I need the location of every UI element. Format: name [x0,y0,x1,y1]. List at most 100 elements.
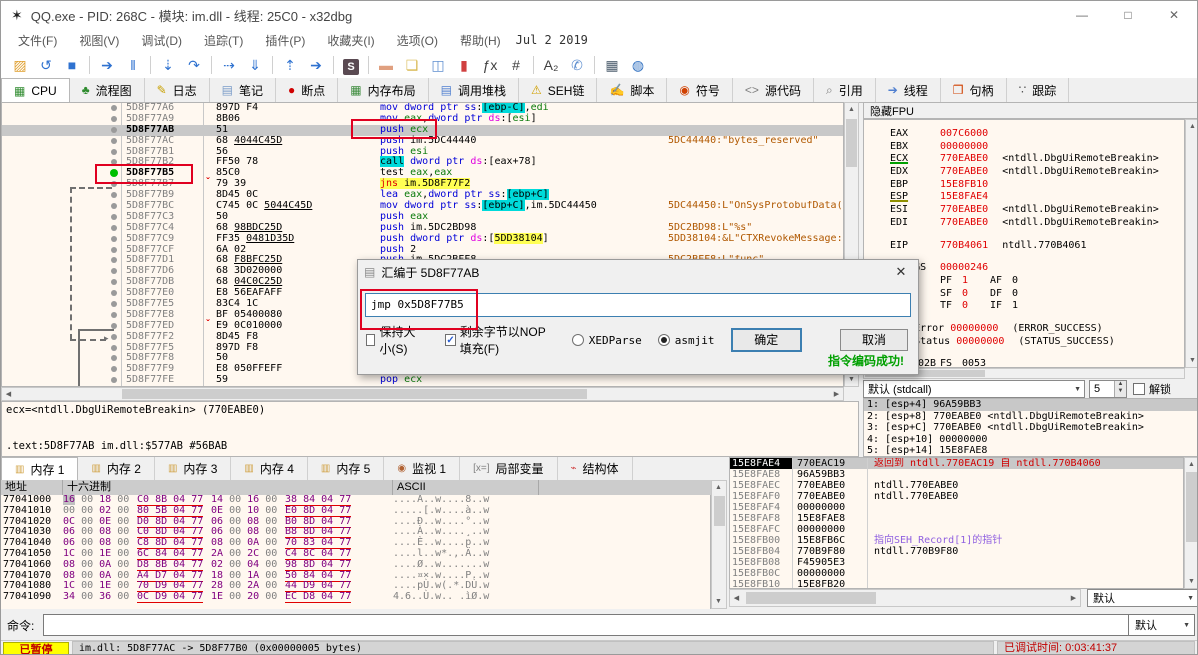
instruction-dot-icon[interactable] [111,235,117,242]
cancel-button[interactable]: 取消 [840,329,908,351]
instruction-dot-icon[interactable] [111,355,117,362]
bookmarks-icon[interactable]: ▮ [451,54,477,76]
run-to-selection-icon[interactable]: ⇢ [216,54,242,76]
scroll-up-icon[interactable]: ▲ [712,481,725,494]
pause-icon[interactable]: ‖ [120,54,146,76]
tab-引用[interactable]: ⌕ 引用 [814,78,876,102]
tab-句柄[interactable]: ❒ 句柄 [941,78,1007,102]
close-button[interactable]: ✕ [1151,1,1197,29]
tab-线程[interactable]: ➔ 线程 [876,78,941,102]
scrollbar-thumb[interactable] [1186,472,1197,542]
register-row[interactable]: EDX 770EABE0 <ntdll.DbgUiRemoteBreakin> [890,166,1184,179]
step-out-icon[interactable]: ⇡ [277,54,303,76]
argument-row[interactable]: 4: [esp+10] 00000000 [864,434,1197,446]
instruction-dot-icon[interactable] [111,268,117,275]
argument-count-stepper[interactable]: 5 ▲ ▼ [1089,380,1127,398]
register-row[interactable]: LastStatus 00000000 (STATUS_SUCCESS) [890,336,1184,349]
stack-view[interactable]: 15E8FAE4 770EAC19 返回到 ntdll.770EAC19 自 ntd… [729,457,1184,589]
modules-icon[interactable]: ✆ [564,54,590,76]
register-row[interactable]: GS002BFS0053 [890,358,1184,367]
tab-内存布局[interactable]: ▦ 内存布局 [338,78,429,102]
menu-item-文件F[interactable]: 文件(F) [7,32,68,49]
labels-icon[interactable]: ◫ [425,54,451,76]
scroll-down-icon[interactable]: ▼ [712,595,725,608]
instruction-dot-icon[interactable] [111,213,117,220]
minimize-button[interactable]: — [1059,1,1105,29]
instruction-dot-icon[interactable] [111,203,117,210]
register-row[interactable]: EFLAGS 00000246 [890,262,1184,275]
stop-icon[interactable]: ■ [59,54,85,76]
register-row[interactable]: ESI 770EABE0 <ntdll.DbgUiRemoteBreakin> [890,204,1184,217]
disasm-row[interactable]: 5D8F77C9 FF35 0481D35D push dword ptr ds:[… [2,232,843,245]
command-convention-select[interactable]: 默认 ▼ [1129,614,1195,636]
tab-局部变量[interactable]: [x=] 局部变量 [460,457,558,480]
disassembly-hscrollbar[interactable]: ◀ ▶ [1,387,844,401]
tab-SEH链[interactable]: ⚠ SEH链 [519,78,598,102]
instruction-dot-icon[interactable] [111,257,117,264]
stack-row[interactable]: 15E8FAFC 00000000 [730,524,1183,535]
scroll-down-icon[interactable]: ▼ [1185,575,1197,588]
hide-fpu-button[interactable]: 隐藏FPU [863,102,1197,119]
register-row[interactable]: CF0TF0IF1 [890,300,1184,313]
instruction-dot-icon[interactable] [111,344,117,351]
stepper-arrows-icon[interactable]: ▲ ▼ [1114,381,1126,397]
unlock-checkbox[interactable]: 解锁 [1133,381,1171,397]
menu-item-调试D[interactable]: 调试(D) [130,32,193,49]
tab-CPU[interactable]: ▦ CPU [1,78,70,103]
step-into-icon[interactable]: ⇣ [155,54,181,76]
restart-icon[interactable]: ↺ [33,54,59,76]
stack-row[interactable]: 15E8FAE8 96A59BB3 [730,469,1183,480]
arguments-view[interactable]: 1: [esp+4] 96A59BB3 2: [esp+8] 770EABE0 <… [863,398,1197,457]
tab-脚本[interactable]: ✍ 脚本 [597,78,668,102]
column-header-address[interactable]: 地址 [1,480,63,495]
disasm-row[interactable]: 5D8F77FE 59 pop ecx [2,374,843,386]
instruction-dot-icon[interactable] [111,192,117,199]
tab-源代码[interactable]: <> 源代码 [733,78,814,102]
instruction-dot-icon[interactable] [111,366,117,373]
register-row[interactable]: LastError 00000000(ERROR_SUCCESS) [890,323,1184,336]
register-row[interactable]: ZF1PF1AF0 [890,275,1184,288]
internet-icon[interactable]: ◍ [625,54,651,76]
instruction-dot-icon[interactable] [111,377,117,384]
scroll-right-icon[interactable]: ▶ [1067,592,1080,605]
tab-内存 2[interactable]: ▥ 内存 2 [78,457,155,480]
patches-icon[interactable]: ▬ [373,54,399,76]
stack-row[interactable]: 15E8FB00 15E8FB6C 指向SEH_Record[1]的指针 [730,535,1183,546]
column-header-ascii[interactable]: ASCII [393,480,539,495]
tab-内存 3[interactable]: ▥ 内存 3 [155,457,232,480]
column-header-hex[interactable]: 十六进制 [63,480,393,495]
step-over-icon[interactable]: ↷ [181,54,207,76]
instruction-dot-icon[interactable] [111,333,117,340]
register-row[interactable]: EIP 770B4061 ntdll.770B4061 [890,240,1184,253]
register-row[interactable]: ECX 770EABE0 <ntdll.DbgUiRemoteBreakin> [890,153,1184,166]
scrollbar-thumb[interactable] [714,496,725,526]
stack-row[interactable]: 15E8FB08 F45905E3 [730,557,1183,568]
register-row[interactable]: EAX 007C6000 [890,128,1184,141]
instruction-dot-icon[interactable] [111,322,117,329]
tab-流程图[interactable]: ♣ 流程图 [70,78,145,102]
scrollbar-thumb[interactable] [122,389,587,399]
register-row[interactable]: ESP 15E8FAE4 [890,191,1184,204]
stop-badge-icon[interactable]: S [338,54,364,76]
scroll-up-icon[interactable]: ▲ [1185,458,1197,471]
memory-dump-view[interactable]: 77041000 16 00 18 00 C0 8B 04 77 14 00 16 0… [1,495,711,609]
instruction-dot-icon[interactable] [111,224,117,231]
asmjit-radio[interactable]: asmjit [657,334,715,347]
dialog-close-button[interactable]: ✕ [890,264,912,280]
stack-vscrollbar[interactable]: ▲ ▼ [1184,457,1197,589]
stack-row[interactable]: 15E8FAF4 00000000 [730,502,1183,513]
dialog-title-bar[interactable]: ▤ 汇编于 5D8F77AB ✕ [358,260,918,284]
menu-item-选项O[interactable]: 选项(O) [386,32,449,49]
maximize-button[interactable]: □ [1105,1,1151,29]
scroll-left-icon[interactable]: ◀ [730,592,743,605]
dump-row[interactable]: 77041090 34 00 36 00 0C D9 04 77 1E 00 20 0… [1,591,710,604]
scroll-up-icon[interactable]: ▲ [1186,120,1197,133]
tab-符号[interactable]: ◉ 符号 [667,78,733,102]
calling-convention-select[interactable]: 默认 (stdcall) ▼ [863,380,1085,398]
instruction-dot-icon[interactable] [111,279,117,286]
stack-row[interactable]: 15E8FAE4 770EAC19 返回到 ntdll.770EAC19 自 ntd… [730,458,1183,469]
run-icon[interactable]: ➔ [94,54,120,76]
scrollbar-thumb[interactable] [846,119,857,167]
registers-vscrollbar[interactable]: ▲ ▼ [1185,119,1197,368]
register-row[interactable]: OF0SF0DF0 [890,288,1184,301]
